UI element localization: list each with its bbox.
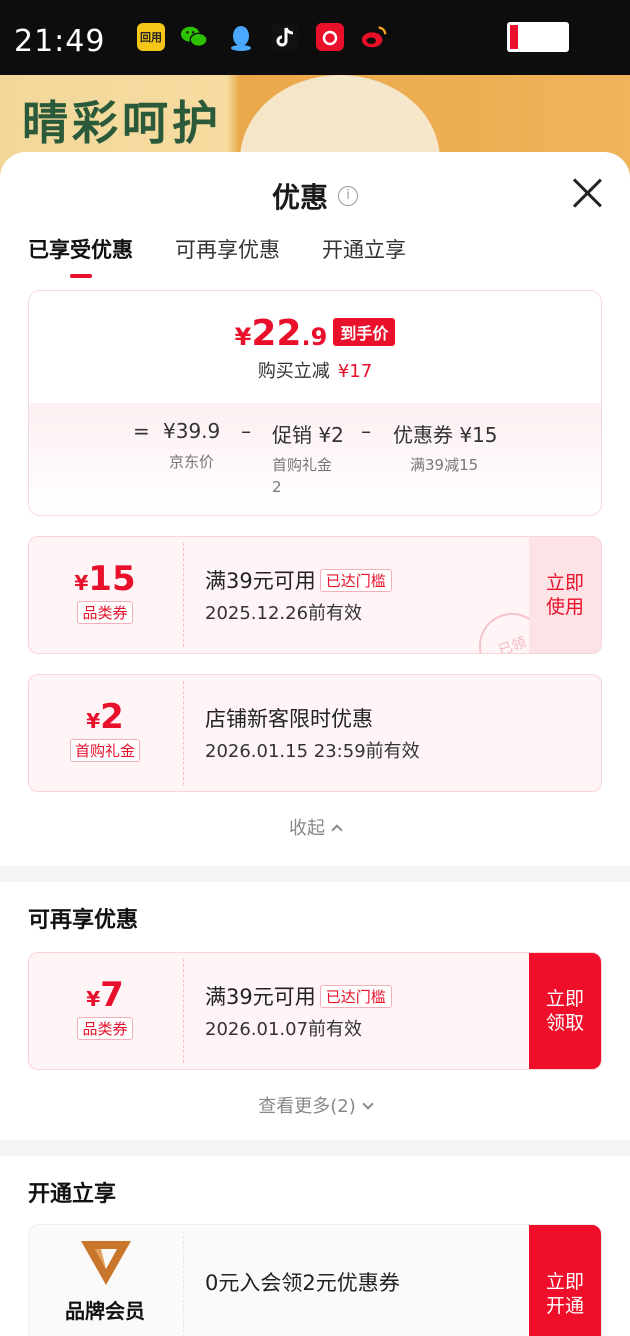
section-divider [0, 866, 630, 882]
threshold-badge: 已达门槛 [319, 985, 392, 1008]
coupon-amount: ¥2 [86, 697, 124, 737]
netease-music-icon [316, 23, 344, 51]
claim-now-button[interactable]: 立即 领取 [529, 953, 601, 1069]
coupon-label: 满39减15 [410, 456, 479, 474]
tiktok-icon [271, 23, 299, 51]
base-price: ¥39.9 [163, 419, 221, 443]
tab-bar: 已享受优惠 可再享优惠 开通立享 [28, 234, 406, 278]
brand-member-logo-icon [81, 1241, 131, 1285]
promo-amount: 促销 ¥2 [272, 423, 344, 447]
coupon-kind: 首购礼金 [69, 739, 140, 762]
app-badge-icon: 回用 [137, 23, 165, 51]
threshold-badge: 已达门槛 [319, 569, 392, 592]
see-more-button[interactable]: 查看更多(2) [0, 1092, 630, 1118]
section-divider [0, 1140, 630, 1156]
sheet-title-text: 优惠 [271, 181, 328, 214]
save-row: 购买立减 ¥17 [257, 361, 373, 382]
chevron-down-icon [362, 1098, 374, 1110]
use-now-button[interactable]: 立即 使用 [529, 537, 601, 653]
weibo-icon [360, 23, 388, 51]
qq-icon [227, 23, 255, 51]
info-icon[interactable]: i [338, 186, 358, 206]
coupon-condition: 满39元可用 已达门槛 [205, 981, 392, 1011]
coupon-card: ¥2 首购礼金 店铺新客限时优惠 2026.01.15 23:59前有效 [28, 674, 602, 792]
member-name: 品牌会员 [65, 1299, 145, 1323]
collapse-button[interactable]: 收起 [0, 814, 630, 840]
open-now-button[interactable]: 立即 开通 [529, 1225, 601, 1336]
coupon-condition: 满39元可用 已达门槛 [205, 565, 392, 595]
coupon-validity: 2026.01.15 23:59前有效 [205, 741, 420, 762]
battery-icon [507, 22, 569, 52]
final-price: ¥22.9 到手价 [29, 313, 601, 354]
section-title-open: 开通立享 [28, 1182, 117, 1207]
promo-label: 首购礼金 [272, 456, 333, 474]
tab-more-available[interactable]: 可再享优惠 [175, 234, 280, 278]
coupon-validity: 2025.12.26前有效 [205, 603, 363, 624]
equals-sign: = [133, 419, 150, 443]
coupon-amount: ¥15 [74, 559, 136, 599]
tab-enjoyed[interactable]: 已享受优惠 [28, 234, 133, 278]
coupon-condition: 店铺新客限时优惠 [205, 707, 373, 731]
section-title-more: 可再享优惠 [28, 908, 139, 933]
price-tag: 到手价 [333, 318, 396, 346]
member-desc: 0元入会领2元优惠券 [205, 1271, 400, 1295]
minus-sign: – [241, 419, 251, 443]
coupon-amount: 优惠券 ¥15 [393, 423, 498, 447]
wechat-icon [180, 23, 208, 51]
sheet-title: 优惠 i [0, 176, 630, 216]
minus-sign: – [361, 419, 371, 443]
price-summary-card: ¥22.9 到手价 购买立减 ¥17 = ¥39.9 – 促销 ¥2 – 优惠券 ¥… [28, 290, 602, 516]
member-card: 品牌会员 0元入会领2元优惠券 立即 开通 [28, 1224, 602, 1336]
status-bar: 21:49 回用 [0, 0, 630, 75]
base-price-label: 京东价 [169, 453, 215, 471]
coupon-validity: 2026.01.07前有效 [205, 1019, 363, 1040]
coupon-amount: ¥7 [86, 975, 124, 1015]
tab-open-to-enjoy[interactable]: 开通立享 [322, 234, 406, 278]
coupon-kind: 品类券 [77, 601, 133, 624]
discount-sheet: 优惠 i 已享受优惠 可再享优惠 开通立享 ¥22.9 到手价 购买立减 ¥17 = … [0, 152, 630, 1336]
promo-label-value: 2 [272, 478, 282, 496]
coupon-kind: 品类券 [77, 1017, 133, 1040]
coupon-card: ¥15 品类券 满39元可用 已达门槛 2025.12.26前有效 已领 立即 使… [28, 536, 602, 654]
status-time: 21:49 [14, 24, 106, 59]
close-button[interactable] [570, 176, 604, 210]
chevron-up-icon [331, 824, 343, 836]
banner-text: 晴彩呵护 [22, 97, 222, 149]
coupon-card: ¥7 品类券 满39元可用 已达门槛 2026.01.07前有效 立即 领取 [28, 952, 602, 1070]
